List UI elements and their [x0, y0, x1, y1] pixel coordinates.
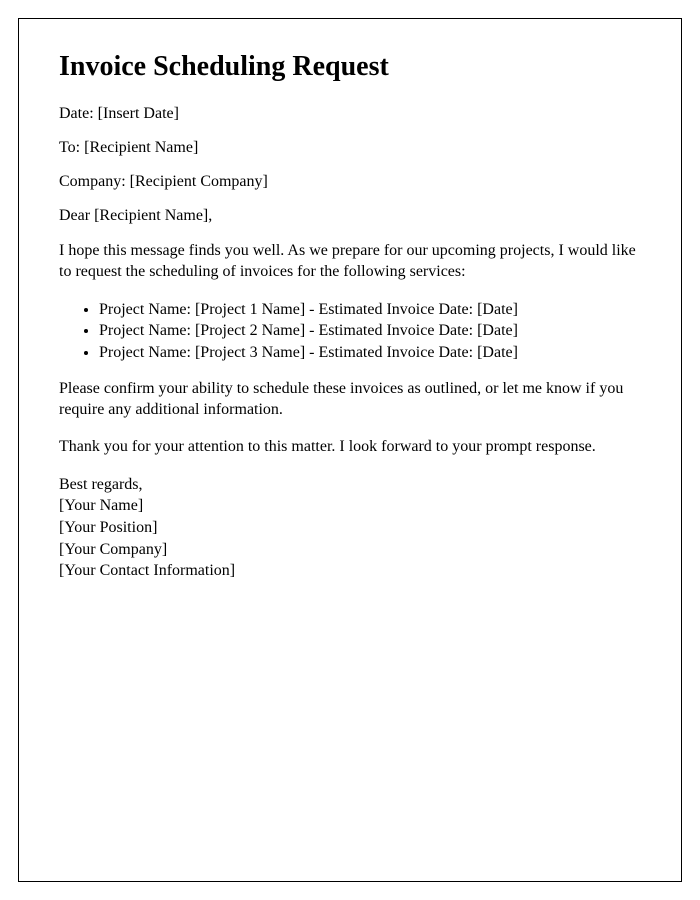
closing-contact: [Your Contact Information]	[59, 560, 641, 582]
to-value: [Recipient Name]	[84, 139, 198, 156]
to-label: To:	[59, 139, 84, 156]
date-value: [Insert Date]	[98, 105, 179, 122]
document-page: Invoice Scheduling Request Date: [Insert…	[18, 18, 682, 882]
company-line: Company: [Recipient Company]	[59, 173, 641, 191]
project-list: Project Name: [Project 1 Name] - Estimat…	[99, 299, 641, 364]
date-line: Date: [Insert Date]	[59, 105, 641, 123]
list-item: Project Name: [Project 2 Name] - Estimat…	[99, 320, 641, 342]
salutation: Dear [Recipient Name],	[59, 207, 641, 225]
page-title: Invoice Scheduling Request	[59, 51, 641, 83]
confirm-paragraph: Please confirm your ability to schedule …	[59, 379, 641, 421]
to-line: To: [Recipient Name]	[59, 139, 641, 157]
list-item: Project Name: [Project 3 Name] - Estimat…	[99, 342, 641, 364]
date-label: Date:	[59, 105, 98, 122]
company-label: Company:	[59, 173, 130, 190]
thanks-paragraph: Thank you for your attention to this mat…	[59, 437, 641, 458]
signature-block: Best regards, [Your Name] [Your Position…	[59, 474, 641, 582]
company-value: [Recipient Company]	[130, 173, 268, 190]
closing-regards: Best regards,	[59, 474, 641, 496]
closing-company: [Your Company]	[59, 539, 641, 561]
intro-paragraph: I hope this message finds you well. As w…	[59, 241, 641, 283]
list-item: Project Name: [Project 1 Name] - Estimat…	[99, 299, 641, 321]
closing-name: [Your Name]	[59, 495, 641, 517]
closing-position: [Your Position]	[59, 517, 641, 539]
